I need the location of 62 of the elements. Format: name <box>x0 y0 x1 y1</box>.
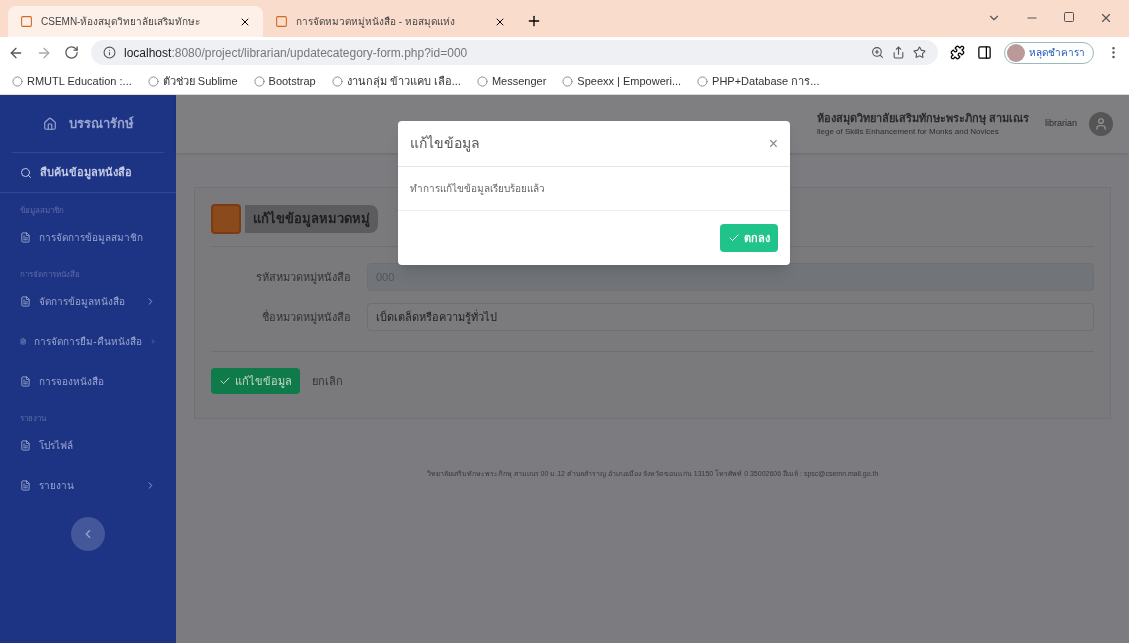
modal-message: ทำการแก้ไขข้อมูลเรียบร้อยแล้ว <box>410 182 545 196</box>
url-text: localhost:8080/project/librarian/updatecategory-form.php?id=000 <box>124 44 469 62</box>
bookmark-favicon-icon <box>697 75 709 87</box>
sidebar-item[interactable]: จัดการข้อมูลหนังสือ <box>0 281 176 321</box>
bookmark-favicon-icon <box>331 75 343 87</box>
bookmark-link[interactable]: Messenger <box>476 72 547 90</box>
side-panel-icon[interactable] <box>977 45 992 60</box>
bookmark-link[interactable]: งานกลุ่ม ข้าวแคบ เลือ... <box>331 72 461 90</box>
bookmark-link[interactable]: ตัวช่วย Sublime <box>147 72 238 90</box>
browser-tab[interactable]: CSEMN-ห้องสมุดวิทยาลัยเสริมทักษะ <box>8 6 263 37</box>
browser-tab[interactable]: การจัดหมวดหมู่หนังสือ - หอสมุดแห่ง <box>263 6 518 37</box>
search-icon <box>20 166 32 179</box>
field-label: ชื่อหมวดหมู่หนังสือ <box>261 308 351 326</box>
text-input[interactable]: เบ็ดเตล็ดหรือความรู้ทั่วไป <box>367 303 1094 331</box>
check-icon <box>219 375 231 387</box>
tab-favicon-icon <box>275 15 288 28</box>
home-icon <box>42 116 57 131</box>
extensions-icon[interactable] <box>950 45 965 60</box>
reload-icon[interactable] <box>64 45 79 60</box>
page-icon <box>20 439 31 451</box>
sidebar-toggle-button[interactable] <box>71 517 105 551</box>
new-tab-icon[interactable] <box>526 13 542 29</box>
check-icon <box>728 232 740 244</box>
category-edit-icon <box>211 204 241 234</box>
bookmark-favicon-icon <box>562 75 574 87</box>
form-heading: แก้ไขข้อมูลหมวดหมู่ <box>245 205 378 233</box>
maximize-icon[interactable] <box>1063 11 1075 23</box>
share-icon[interactable] <box>892 46 905 59</box>
submit-button[interactable]: แก้ไขข้อมูล <box>211 368 300 394</box>
bookmark-favicon-icon <box>253 75 265 87</box>
bookmark-star-icon[interactable] <box>913 46 926 59</box>
header-title: ห้องสมุดวิทยาลัยเสริมทักษะพระภิกษุ สามเณร <box>816 110 1029 127</box>
modal-title: แก้ไขข้อมูล <box>410 134 481 154</box>
sidebar-item[interactable]: โปรไฟล์ <box>0 425 176 465</box>
field-label: รหัสหมวดหมู่หนังสือ <box>255 269 351 286</box>
tab-favicon-icon <box>20 15 33 28</box>
modal-close-button[interactable]: × <box>768 131 778 156</box>
page-icon <box>20 375 31 387</box>
zoom-icon[interactable] <box>871 46 884 59</box>
tab-title: CSEMN-ห้องสมุดวิทยาลัยเสริมทักษะ <box>41 15 202 29</box>
bookmark-favicon-icon <box>147 75 159 87</box>
sidebar-item[interactable]: การจัดการข้อมูลสมาชิก <box>0 217 176 257</box>
page-icon <box>20 295 31 307</box>
bookmark-favicon-icon <box>476 75 488 87</box>
username-text: librarian <box>1045 117 1077 131</box>
bookmark-link[interactable]: PHP+Database การ... <box>697 72 820 90</box>
address-bar[interactable]: localhost:8080/project/librarian/updatecategory-form.php?id=000 <box>91 40 938 65</box>
sidebar-item[interactable]: รายงาน <box>0 465 176 505</box>
avatar-icon <box>1007 43 1025 62</box>
tab-title: การจัดหมวดหมู่หนังสือ - หอสมุดแห่ง <box>296 15 456 29</box>
page-icon <box>20 231 31 243</box>
sidebar-item[interactable]: การจัดการยืม-คืนหนังสือ <box>0 321 176 361</box>
bookmark-link[interactable]: Speexx | Empoweri... <box>562 72 682 90</box>
header-subtitle: llege of Skills Enhancement for Monks and Novices <box>816 126 1000 139</box>
sidebar-item[interactable]: การจองหนังสือ <box>0 361 176 401</box>
bookmark-link[interactable]: Bootstrap <box>253 72 316 90</box>
sidebar-title: บรรณารักษ์ <box>68 114 134 133</box>
info-icon <box>103 46 116 59</box>
page-icon <box>20 335 27 347</box>
bookmark-link[interactable]: RMUTL Education :... <box>12 72 132 90</box>
page-icon <box>20 479 31 491</box>
bookmark-favicon-icon <box>12 75 23 87</box>
